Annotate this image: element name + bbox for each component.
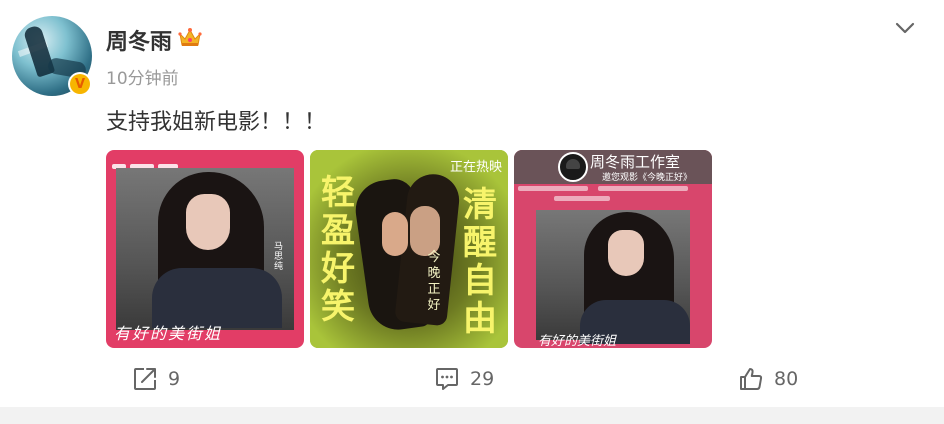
post-image-2[interactable]: 正在热映 轻盈好笑 清醒自由 今晚正好 [310, 150, 508, 348]
poster-right-text: 清醒自由 [463, 185, 497, 339]
comment-count: 29 [470, 367, 495, 390]
poster-left-text: 轻盈好笑 [321, 173, 355, 327]
image-script-caption: 有好的美街姐 [114, 324, 223, 343]
username[interactable]: 周冬雨 [106, 24, 172, 56]
weibo-post-card: V 周冬雨 10分钟前 支持我姐新电影！！！ 马思纯 有好的美街姐 正在热映 轻… [0, 0, 944, 407]
share-button[interactable]: 9 [132, 366, 180, 392]
studio-logo [558, 152, 588, 182]
share-count: 9 [168, 367, 181, 390]
crown-icon [178, 28, 202, 46]
like-count: 80 [774, 367, 799, 390]
comment-button[interactable]: 29 [434, 366, 494, 392]
like-button[interactable]: 80 [738, 366, 798, 392]
post-text: 支持我姐新电影！！！ [106, 110, 327, 135]
chevron-down-icon[interactable] [893, 18, 917, 38]
thumbs-up-icon [740, 368, 763, 390]
share-icon [134, 368, 156, 390]
logo-strip [112, 154, 202, 169]
comment-icon [436, 368, 458, 390]
post-image-3[interactable]: 周冬雨工作室 邀您观影《今晚正好》 有好的美街姐 [514, 150, 712, 348]
studio-subtitle: 邀您观影《今晚正好》 [602, 173, 693, 183]
post-image-1[interactable]: 马思纯 有好的美街姐 [106, 150, 304, 348]
now-showing-label: 正在热映 [450, 160, 503, 175]
image-script-caption: 有好的美街姐 [538, 334, 617, 348]
poster-title-text: 今晚正好 [427, 250, 441, 313]
feed-divider [0, 407, 944, 424]
studio-title: 周冬雨工作室 [590, 153, 681, 171]
image-vertical-caption: 马思纯 [274, 242, 284, 272]
verified-badge-icon: V [68, 72, 92, 96]
post-timestamp[interactable]: 10分钟前 [106, 64, 179, 89]
